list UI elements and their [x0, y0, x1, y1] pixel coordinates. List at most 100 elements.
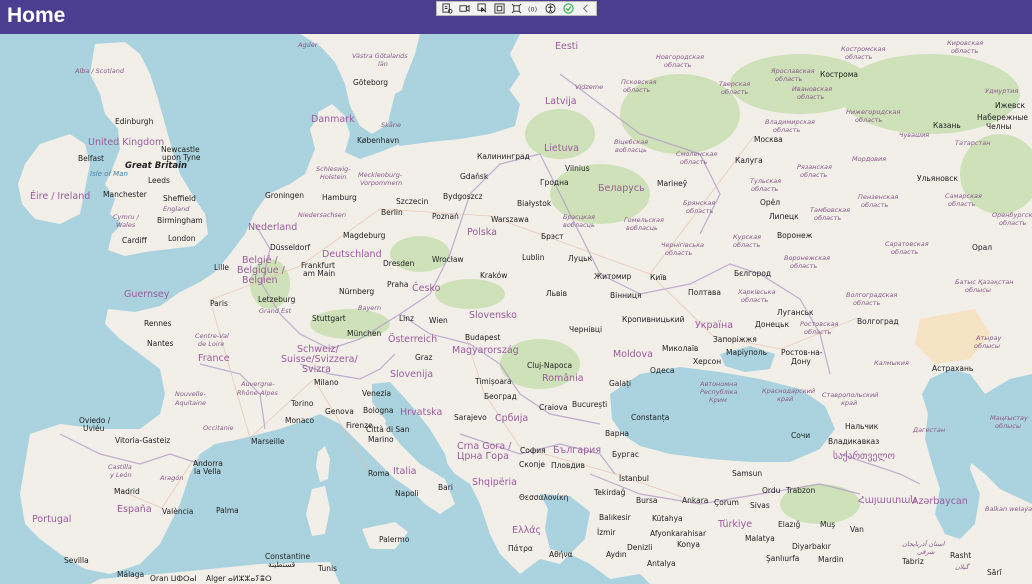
select-element-icon[interactable]: [475, 3, 489, 15]
map-label-city: Tabriz: [902, 557, 924, 566]
collapse-chevron-icon[interactable]: [578, 3, 592, 15]
track-focus-icon[interactable]: [509, 3, 523, 15]
map-label-city: Denizli: [627, 543, 653, 552]
map-label-city: Kraków: [480, 271, 508, 280]
map-label-country: France: [198, 353, 230, 364]
map-label-city: Hamburg: [322, 193, 357, 202]
map-label-country: Հայաստան: [858, 495, 917, 506]
map-label-region: область: [845, 53, 873, 61]
map-label-city: İzmir: [597, 528, 616, 537]
accessibility-checker-icon[interactable]: [544, 3, 558, 15]
map-label-region: Брэсцкая: [563, 213, 595, 221]
map-label-city: Воронеж: [777, 231, 813, 240]
map-label-region: län: [378, 60, 388, 68]
map-label-city: Одеса: [650, 366, 675, 375]
record-icon[interactable]: [458, 3, 472, 15]
map-label-region: область: [814, 214, 842, 222]
map-label-region: Vidzeme: [575, 83, 604, 91]
map-label-country: Eesti: [555, 41, 579, 52]
map-label-region: Псковская: [621, 78, 657, 86]
map-label-region: de Loire: [198, 340, 225, 348]
map-label-city: Sheffield: [163, 194, 196, 203]
map-label-city: Napoli: [395, 489, 419, 498]
map-label-country: Česko: [412, 283, 441, 294]
map-label-city: Aydın: [606, 550, 627, 559]
map-label-region: Оренбургская: [992, 211, 1032, 219]
map-label-city: Göteborg: [353, 78, 389, 87]
map-label-region: область: [741, 296, 769, 304]
map-label-city: Belfast: [78, 154, 104, 163]
map-label-region: Cymru /: [113, 213, 139, 221]
map-label-city: Muş: [820, 520, 836, 529]
map-label-region: Удмуртия: [985, 87, 1019, 95]
map-label-city: Скопје: [519, 460, 545, 469]
map-label-city: Київ: [650, 273, 667, 282]
map-label-region: вобласць: [626, 224, 658, 232]
map-label-city: Луцьк: [568, 254, 593, 263]
map-label-city: Nantes: [147, 339, 174, 348]
map-label-city: Groningen: [265, 191, 305, 200]
map-label-city: Marseille: [251, 437, 285, 446]
map-label-city: la Vella: [194, 467, 221, 476]
map-label-city: Uviéu: [83, 424, 105, 433]
map-label-country: Shqipëria: [472, 477, 517, 488]
map-label-city: am Main: [303, 269, 336, 278]
map-label-city: Vitoria-Gasteiz: [115, 436, 171, 445]
map-label-city: Craiova: [539, 403, 568, 412]
map-label-region: область: [623, 86, 651, 94]
map-label-city: Бєлгород: [734, 269, 772, 278]
map-label-city: Ижевск: [995, 101, 1026, 110]
map-label-country: România: [542, 373, 584, 384]
map-label-region: вобласць: [615, 146, 647, 154]
map-label-city: București: [572, 400, 608, 409]
map-label-city: València: [162, 507, 194, 516]
map-label-region: Bayern: [358, 304, 382, 312]
map-label-region: Костромская: [841, 45, 886, 53]
map-label-city: Сочи: [791, 431, 811, 440]
map-label-city: Torino: [291, 399, 314, 408]
map-label-city: Letzeburg: [258, 295, 296, 304]
map-label-city: Bari: [438, 483, 453, 492]
map-label-country: Slovenija: [390, 369, 434, 380]
map-label-country: Hrvatska: [400, 407, 443, 418]
map-label-city: Tunis: [318, 564, 337, 573]
map-label-city: Ульяновск: [917, 174, 958, 183]
map-label-country: Україна: [695, 320, 734, 331]
map-label-country: Danmark: [311, 114, 355, 125]
map-label-city: Genova: [325, 407, 354, 416]
map-label-country: Guernsey: [124, 289, 170, 300]
map-label-region: Grand Est: [259, 307, 292, 315]
map-view[interactable]: Alba / Scotland Edinburgh United Kingdom Ne…: [0, 34, 1032, 584]
map-label-city: Madrid: [114, 487, 140, 496]
map-label-country: Moldova: [613, 349, 653, 360]
map-label-city: Брэст: [541, 232, 564, 241]
map-label-city: Кострома: [820, 70, 859, 79]
map-label-region: Alba / Scotland: [75, 67, 124, 75]
map-label-city: Elazığ: [778, 520, 801, 529]
map-label-city: Venezia: [362, 389, 392, 398]
map-label-city: Trabzon: [786, 486, 816, 495]
binding-failures-icon[interactable]: (0): [527, 3, 541, 15]
map-label-city: Полтава: [688, 288, 722, 297]
map-label-region: Ростовская: [800, 320, 839, 328]
map-label-city: Москва: [754, 135, 783, 144]
map-label-region: Schleswig-: [316, 165, 351, 173]
map-label-region: Нижегородская: [846, 108, 901, 116]
live-visual-tree-icon[interactable]: [441, 3, 455, 15]
map-label-city: Edinburgh: [115, 117, 154, 126]
map-label-city: München: [347, 329, 382, 338]
map-label-city: Гродна: [540, 178, 569, 187]
map-label-region: область: [800, 171, 828, 179]
map-label-country: Ελλάς: [512, 525, 542, 536]
map-label-city: Galați: [609, 379, 632, 388]
map-label-region: Centre-Val: [195, 332, 229, 340]
map-label-region: Гомельская: [624, 216, 664, 224]
map-label-country: Nederland: [248, 222, 298, 233]
map-label-region: شرقی: [917, 548, 935, 556]
check-ok-icon[interactable]: [561, 3, 575, 15]
display-layout-adorners-icon[interactable]: [492, 3, 506, 15]
map-label-city: Пловдив: [551, 461, 585, 470]
map-label-country: Србија: [495, 413, 529, 424]
map-label-region: Татарстан: [955, 139, 991, 147]
map-label-city: Vilnius: [565, 164, 590, 173]
